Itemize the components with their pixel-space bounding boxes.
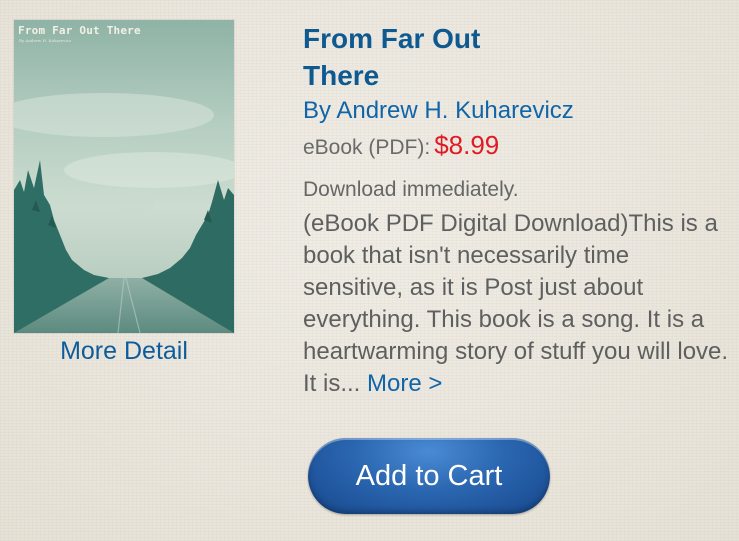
availability-text: Download immediately. (303, 178, 519, 201)
cover-illustration (14, 20, 234, 333)
product-info: From Far Out There By Andrew H. Kuharevi… (303, 20, 733, 400)
cover-title-text: From Far Out There (18, 24, 141, 37)
more-description-link[interactable]: More > (367, 370, 442, 397)
price-line: eBook (PDF): $8.99 (303, 129, 733, 166)
description-text: (eBook PDF Digital Download)This is a bo… (303, 210, 729, 397)
book-cover-image[interactable]: From Far Out There By Andrew H. Kuharevi… (14, 20, 234, 333)
cover-author-text: By Andrew H. Kuharevicz (19, 38, 72, 43)
price-value: $8.99 (434, 130, 500, 160)
product-author: By Andrew H. Kuharevicz (303, 97, 574, 124)
more-detail-link[interactable]: More Detail (14, 336, 234, 366)
format-label: eBook (PDF): (303, 136, 431, 159)
add-to-cart-button[interactable]: Add to Cart (308, 438, 550, 514)
product-title[interactable]: From Far Out There (303, 20, 533, 94)
product-description: (eBook PDF Digital Download)This is a bo… (303, 208, 733, 400)
